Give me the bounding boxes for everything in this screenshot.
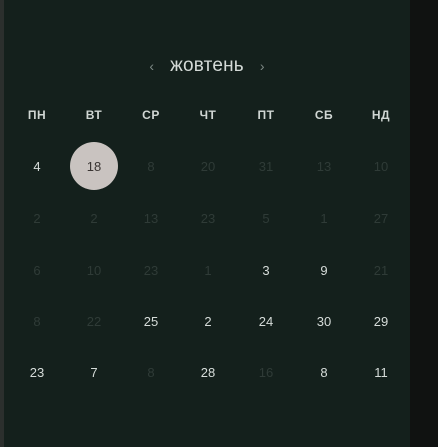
day-cell[interactable]: 8 — [127, 348, 175, 396]
weekday-label: ПН — [27, 108, 47, 122]
day-cell[interactable]: 27 — [357, 194, 405, 242]
weekday-label: СР — [142, 108, 160, 122]
day-cell[interactable]: 23 — [184, 194, 232, 242]
month-title: жовтень — [170, 55, 244, 76]
day-cell[interactable]: 10 — [70, 246, 118, 294]
day-cell[interactable]: 1 — [300, 194, 348, 242]
weekday-header-row: ПН ВТ СР ЧТ ПТ СБ НД — [8, 108, 408, 128]
weekday-label: НД — [371, 108, 391, 122]
day-cell[interactable]: 28 — [184, 348, 232, 396]
day-cell[interactable]: 2 — [13, 194, 61, 242]
weekday-label: ЧТ — [199, 108, 217, 122]
day-cell[interactable]: 23 — [127, 246, 175, 294]
day-cell[interactable]: 1 — [184, 246, 232, 294]
day-cell[interactable]: 30 — [300, 297, 348, 345]
day-cell[interactable]: 8 — [127, 142, 175, 190]
day-cell[interactable]: 3 — [242, 246, 290, 294]
day-cell[interactable]: 6 — [13, 246, 61, 294]
day-cell[interactable]: 2 — [70, 194, 118, 242]
day-cell[interactable]: 9 — [300, 246, 348, 294]
day-cell[interactable]: 13 — [127, 194, 175, 242]
day-cell[interactable]: 25 — [127, 297, 175, 345]
day-cell[interactable]: 2 — [184, 297, 232, 345]
day-cell[interactable]: 8 — [300, 348, 348, 396]
chevron-right-icon[interactable]: › — [258, 59, 267, 73]
day-cell[interactable]: 4 — [13, 142, 61, 190]
weekday-label: ВТ — [85, 108, 103, 122]
day-cell[interactable]: 10 — [357, 142, 405, 190]
day-cell[interactable]: 24 — [242, 297, 290, 345]
day-cell[interactable]: 31 — [242, 142, 290, 190]
day-cell[interactable]: 20 — [184, 142, 232, 190]
calendar-day-grid: 4 18 8 20 31 13 10 2 2 13 23 5 1 27 6 10 23 1 3 9 21 8 22 25 2 24… — [8, 142, 408, 402]
day-cell[interactable]: 7 — [70, 348, 118, 396]
day-cell[interactable]: 5 — [242, 194, 290, 242]
day-cell[interactable]: 23 — [13, 348, 61, 396]
day-cell[interactable]: 21 — [357, 246, 405, 294]
window-right-strip — [410, 0, 438, 447]
calendar-header: ‹ жовтень › — [4, 52, 410, 80]
selected-day-cell[interactable]: 18 — [70, 142, 118, 190]
day-cell[interactable]: 11 — [357, 348, 405, 396]
chevron-left-icon[interactable]: ‹ — [147, 59, 156, 73]
day-cell[interactable]: 8 — [13, 297, 61, 345]
day-cell[interactable]: 29 — [357, 297, 405, 345]
day-cell[interactable]: 13 — [300, 142, 348, 190]
day-cell[interactable]: 16 — [242, 348, 290, 396]
day-cell[interactable]: 22 — [70, 297, 118, 345]
weekday-label: СБ — [314, 108, 334, 122]
weekday-label: ПТ — [257, 108, 275, 122]
